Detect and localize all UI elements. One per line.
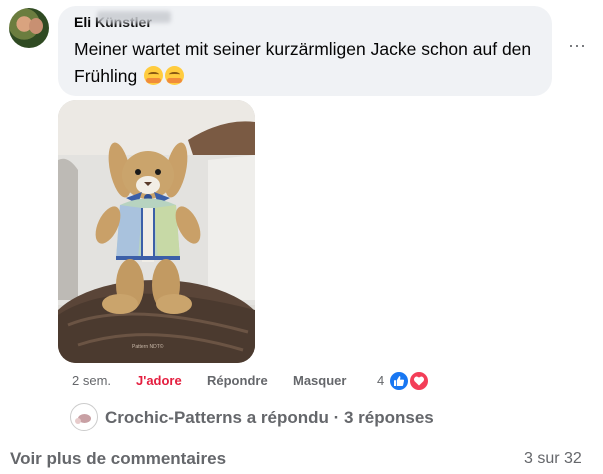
replies-summary-text[interactable]: Crochic-Patterns a répondu · 3 réponses	[105, 408, 434, 428]
comment-bubble: Eli Künstler Meiner wartet mit seiner ku…	[58, 6, 552, 96]
comment-pager: 3 sur 32	[524, 450, 582, 467]
smiling-face-with-hearts-icon	[165, 66, 185, 85]
comment-text: Meiner wartet mit seiner kurzärmligen Ja…	[74, 36, 544, 90]
photo-watermark: Pattern NDT©	[132, 343, 164, 350]
smiling-face-with-hearts-icon	[144, 66, 164, 85]
more-options-icon[interactable]: ···	[566, 36, 588, 58]
comment-body: Meiner wartet mit seiner kurzärmligen Ja…	[74, 39, 532, 86]
replier-avatar	[70, 403, 98, 431]
reaction-count[interactable]: 4	[377, 373, 384, 388]
commenter-avatar[interactable]	[9, 8, 49, 48]
comment-photo[interactable]: Pattern NDT©	[58, 100, 255, 363]
like-icon[interactable]	[388, 370, 410, 392]
love-icon[interactable]	[408, 370, 430, 392]
bunny-photo-illustration: Pattern NDT©	[58, 100, 255, 363]
see-more-comments-link[interactable]: Voir plus de commentaires	[10, 449, 226, 469]
love-reaction-button[interactable]: J'adore	[136, 373, 182, 388]
hide-button[interactable]: Masquer	[293, 373, 346, 388]
reply-button[interactable]: Répondre	[207, 373, 268, 388]
comment-timestamp[interactable]: 2 sem.	[72, 373, 111, 388]
author-name-redaction	[97, 11, 171, 23]
